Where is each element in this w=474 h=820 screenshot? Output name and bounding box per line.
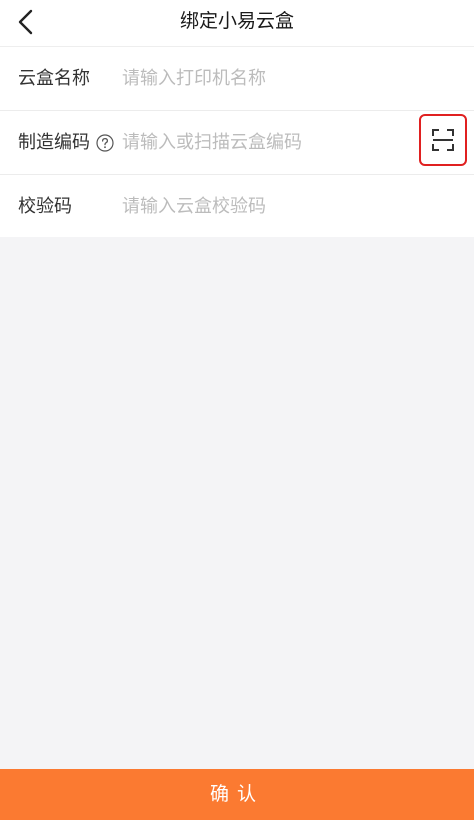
serial-row: 制造编码 [0, 111, 474, 175]
serial-label: 制造编码 [18, 132, 90, 153]
name-label: 云盒名称 [18, 68, 90, 89]
scan-icon [432, 129, 454, 151]
verify-row: 校验码 [0, 175, 474, 237]
verify-label: 校验码 [18, 196, 72, 217]
name-input[interactable] [122, 59, 402, 97]
confirm-button[interactable]: 确认 [0, 769, 474, 820]
scan-button[interactable] [419, 114, 467, 166]
bind-form: 云盒名称 制造编码 校验码 [0, 47, 474, 237]
page-title: 绑定小易云盒 [179, 10, 294, 32]
name-row: 云盒名称 [0, 47, 474, 111]
verify-input[interactable] [122, 187, 402, 225]
nav-bar: 绑定小易云盒 [0, 0, 474, 47]
serial-input[interactable] [122, 123, 402, 161]
question-circle-icon[interactable] [96, 134, 114, 152]
